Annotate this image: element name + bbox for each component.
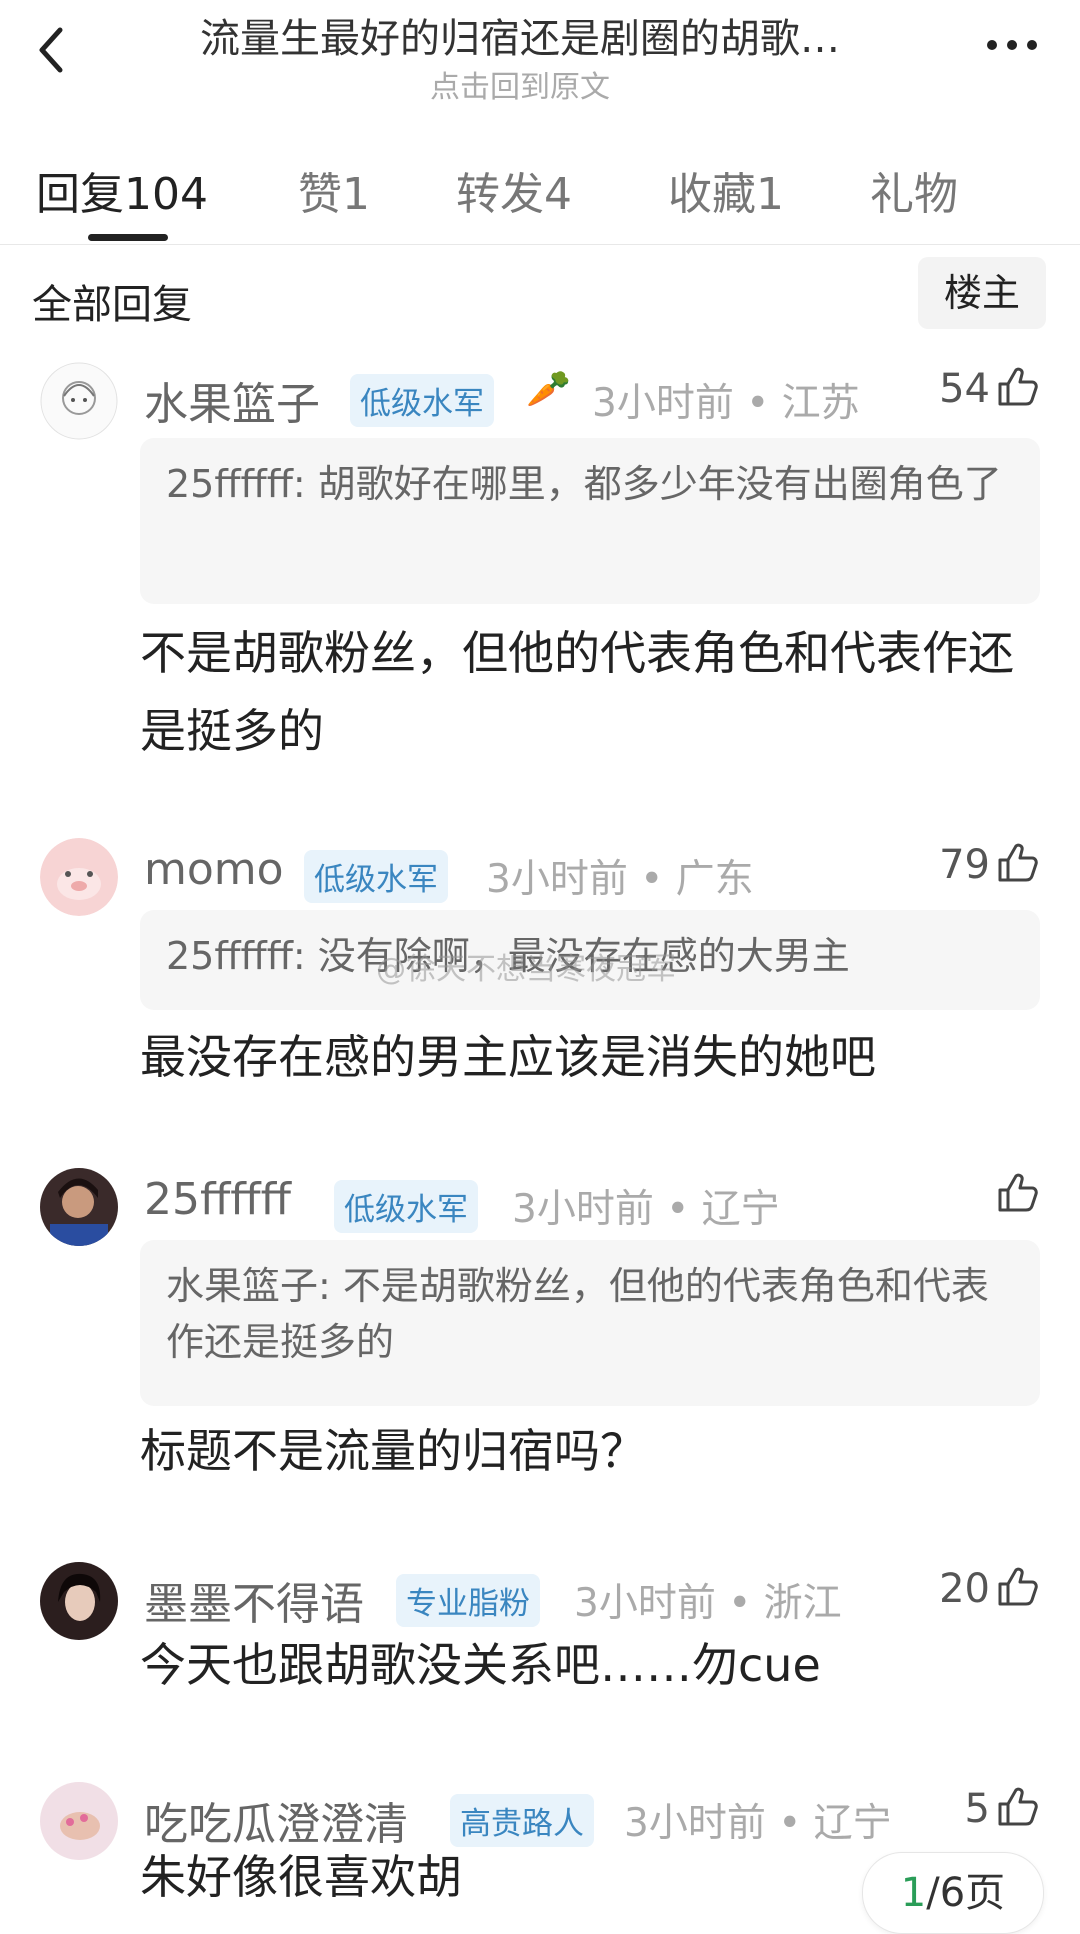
like-count: 54 <box>939 366 990 412</box>
quoted-reply[interactable]: 水果篮子: 不是胡歌粉丝，但他的代表角色和代表作还是挺多的 <box>140 1240 1040 1406</box>
comment-text: 标题不是流量的归宿吗？ <box>140 1424 646 1478</box>
more-options-icon[interactable] <box>982 30 1042 60</box>
tab-likes-count: 1 <box>342 169 370 220</box>
all-replies-heading: 全部回复 <box>32 282 192 328</box>
top-bar: 流量生最好的归宿还是剧圈的胡歌… 点击回到原文 <box>0 0 1080 110</box>
tab-gifts[interactable]: 礼物 <box>870 158 958 222</box>
back-to-post-link[interactable]: 点击回到原文 <box>120 62 920 106</box>
tab-gifts-label: 礼物 <box>870 169 958 220</box>
avatar[interactable] <box>40 838 118 916</box>
tab-reposts-count: 4 <box>544 169 572 220</box>
page-indicator[interactable]: 1/6页 <box>862 1852 1044 1934</box>
tab-favorites-label: 收藏 <box>668 169 756 220</box>
avatar-portrait-icon <box>40 1562 118 1640</box>
user-badge: 专业脂粉 <box>396 1574 540 1627</box>
active-tab-indicator <box>88 234 168 241</box>
avatar[interactable] <box>40 1168 118 1246</box>
tab-favorites-count: 1 <box>756 169 784 220</box>
time-location: 3小时前 • 江苏 <box>592 381 860 426</box>
tab-reposts[interactable]: 转发4 <box>456 158 572 222</box>
current-page: 1 <box>900 1870 927 1916</box>
comment-item: 墨墨不得语 专业脂粉 3小时前 • 浙江 20 今天也跟胡歌没关系吧……勿cue <box>0 1562 1080 1712</box>
comment-item: 25ffffff 低级水军 3小时前 • 辽宁 水果篮子: 不是胡歌粉丝，但他的… <box>0 1168 1080 1498</box>
thumbs-up-icon[interactable] <box>996 840 1040 884</box>
username[interactable]: momo <box>144 844 284 895</box>
quoted-reply[interactable]: 25ffffff: 胡歌好在哪里，都多少年没有出圈角色了 <box>140 438 1040 604</box>
thumbs-up-icon[interactable] <box>996 1784 1040 1828</box>
like-count: 5 <box>964 1786 990 1832</box>
op-only-filter-button[interactable]: 楼主 <box>918 257 1046 329</box>
time-location: 3小时前 • 辽宁 <box>512 1187 780 1232</box>
thumbs-up-icon[interactable] <box>996 1170 1040 1214</box>
tab-bar: 回复104 赞1 转发4 收藏1 礼物 <box>0 140 1080 245</box>
user-badge: 低级水军 <box>334 1180 478 1233</box>
total-pages: /6页 <box>926 1870 1006 1916</box>
tab-likes-label: 赞 <box>298 169 342 220</box>
tab-favorites[interactable]: 收藏1 <box>668 158 784 222</box>
user-badge: 低级水军 <box>304 850 448 903</box>
comment-text: 最没存在感的男主应该是消失的她吧 <box>140 1030 876 1084</box>
thumbs-up-icon[interactable] <box>996 364 1040 408</box>
comment-item: 水果篮子 低级水军 🥕 3小时前 • 江苏 54 25ffffff: 胡歌好在哪… <box>0 362 1080 762</box>
time-location: 3小时前 • 广东 <box>486 857 754 902</box>
watermark: @徐天不想当寒夜冠军 <box>376 952 676 987</box>
comment-text: 今天也跟胡歌没关系吧……勿cue <box>140 1638 821 1692</box>
avatar-hand-icon <box>40 1782 118 1860</box>
comment-text: 不是胡歌粉丝，但他的代表角色和代表作还是挺多的 <box>140 626 1014 758</box>
avatar[interactable] <box>40 1782 118 1860</box>
avatar[interactable] <box>40 1562 118 1640</box>
post-title[interactable]: 流量生最好的归宿还是剧圈的胡歌… <box>120 6 920 64</box>
tab-replies-count: 104 <box>124 169 208 220</box>
like-count: 79 <box>939 842 990 888</box>
username[interactable]: 墨墨不得语 <box>144 1568 364 1632</box>
avatar-photo-icon <box>40 1168 118 1246</box>
tab-reposts-label: 转发 <box>456 169 544 220</box>
back-arrow-icon[interactable] <box>30 20 74 80</box>
tab-replies-label: 回复 <box>36 169 124 220</box>
user-badge: 低级水军 <box>350 374 494 427</box>
username[interactable]: 25ffffff <box>144 1174 291 1225</box>
tab-likes[interactable]: 赞1 <box>298 158 370 222</box>
time-location: 3小时前 • 浙江 <box>574 1581 842 1626</box>
badge-emoji: 🥕 <box>526 369 571 410</box>
thumbs-up-icon[interactable] <box>996 1564 1040 1608</box>
avatar-sketch-icon <box>40 362 118 440</box>
username[interactable]: 水果篮子 <box>144 368 320 432</box>
avatar[interactable] <box>40 362 118 440</box>
tab-replies[interactable]: 回复104 <box>36 158 208 222</box>
like-count: 20 <box>939 1566 990 1612</box>
avatar-pig-icon <box>40 838 118 916</box>
